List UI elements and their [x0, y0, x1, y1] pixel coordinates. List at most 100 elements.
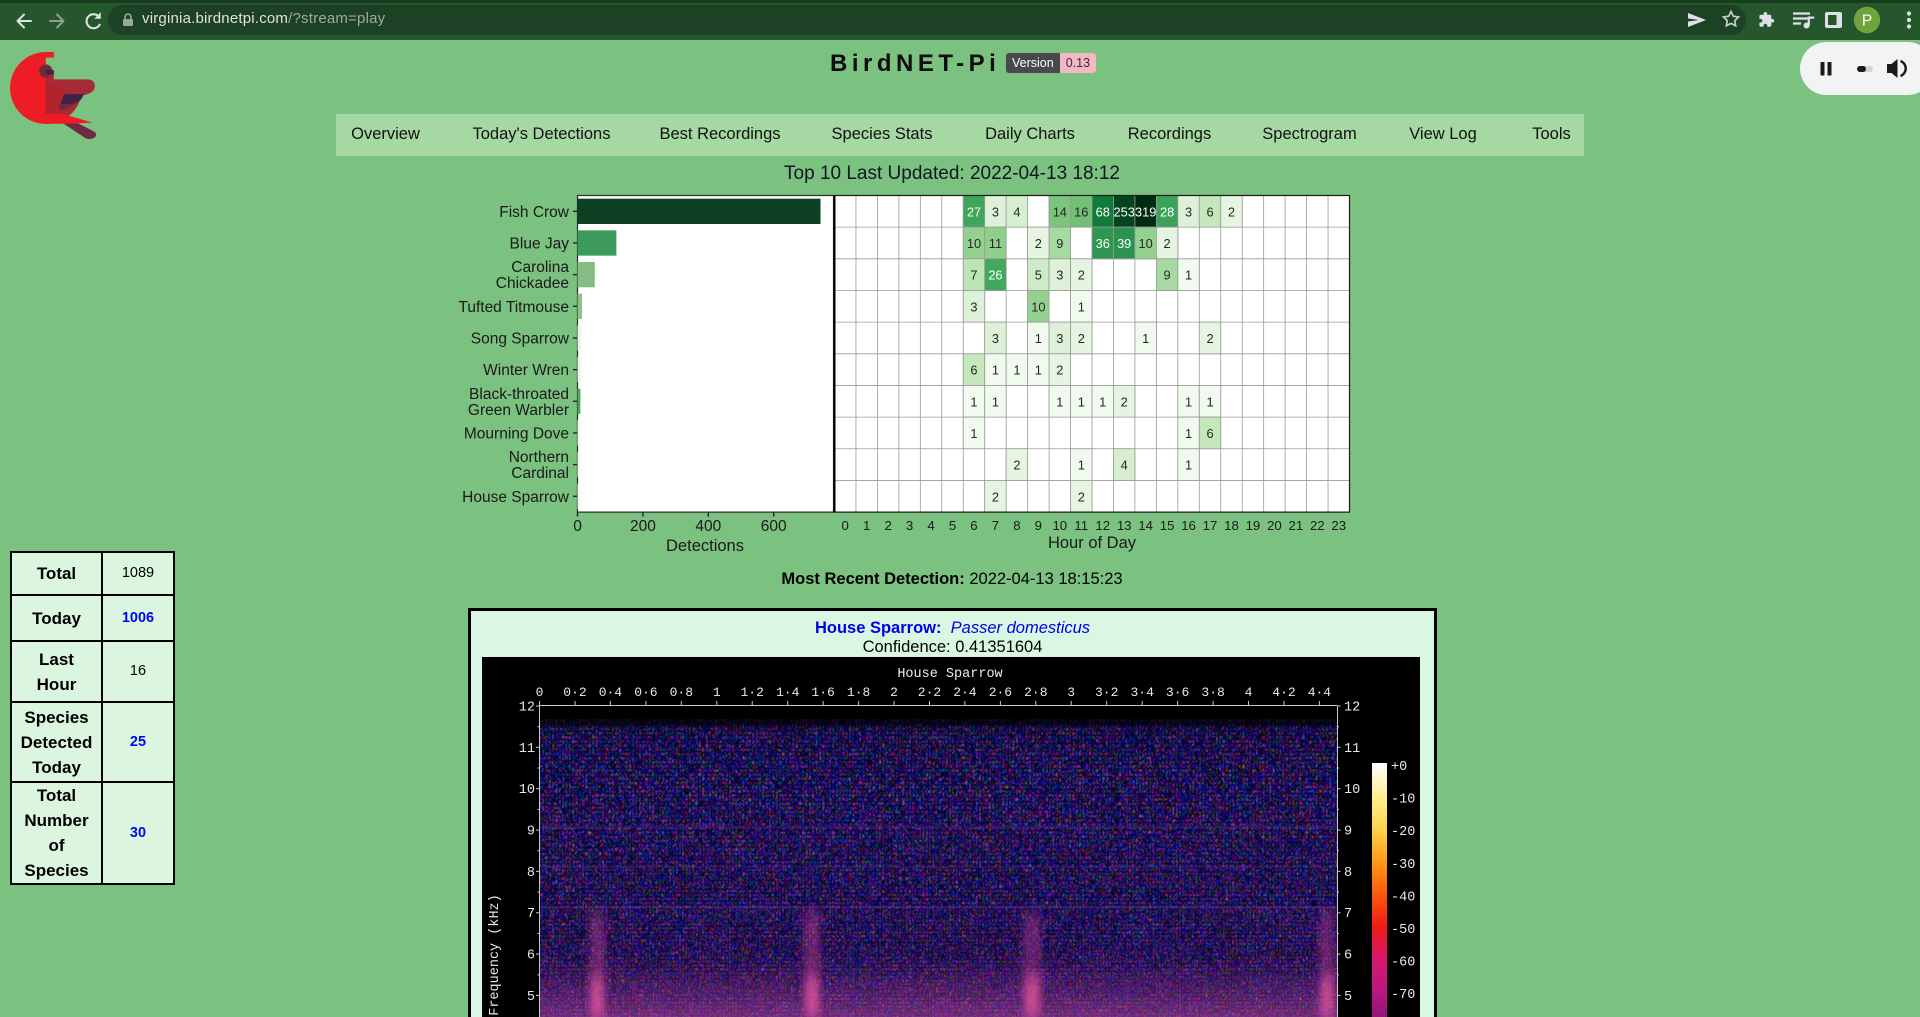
svg-text:8: 8: [1013, 518, 1020, 533]
svg-text:1: 1: [992, 363, 999, 378]
svg-text:68: 68: [1096, 204, 1110, 219]
svg-text:-40: -40: [1391, 890, 1415, 905]
svg-text:319: 319: [1135, 204, 1156, 219]
svg-text:0·6: 0·6: [634, 685, 657, 700]
svg-text:14: 14: [1053, 204, 1067, 219]
svg-text:-20: -20: [1391, 825, 1415, 840]
svg-text:Carolina: Carolina: [511, 259, 569, 276]
svg-text:-70: -70: [1391, 988, 1415, 1003]
svg-text:Winter Wren: Winter Wren: [483, 362, 569, 379]
svg-text:Detections: Detections: [666, 537, 744, 555]
svg-text:12: 12: [1095, 518, 1110, 533]
svg-text:1: 1: [1185, 268, 1192, 283]
svg-text:10: 10: [1052, 518, 1067, 533]
svg-text:10: 10: [967, 236, 981, 251]
svg-text:Fish Crow: Fish Crow: [499, 204, 570, 221]
svg-text:1: 1: [1078, 299, 1085, 314]
svg-text:3: 3: [1067, 685, 1075, 700]
svg-text:House Sparrow: House Sparrow: [897, 667, 1002, 682]
svg-text:1: 1: [1099, 394, 1106, 409]
svg-text:Chickadee: Chickadee: [496, 275, 569, 292]
svg-text:9: 9: [527, 825, 535, 840]
svg-text:1: 1: [1185, 394, 1192, 409]
svg-text:1: 1: [970, 394, 977, 409]
svg-text:17: 17: [1203, 518, 1218, 533]
svg-text:7: 7: [970, 268, 977, 283]
svg-text:2: 2: [884, 518, 891, 533]
svg-text:9: 9: [1344, 825, 1352, 840]
svg-text:12: 12: [1344, 701, 1360, 716]
svg-text:-60: -60: [1391, 956, 1415, 971]
svg-text:200: 200: [630, 518, 656, 535]
svg-text:3·2: 3·2: [1095, 685, 1118, 700]
svg-text:1: 1: [1035, 363, 1042, 378]
svg-text:9: 9: [1035, 518, 1042, 533]
svg-text:10: 10: [1031, 299, 1045, 314]
svg-text:10: 10: [1139, 236, 1153, 251]
svg-text:26: 26: [988, 268, 1002, 283]
svg-text:253: 253: [1114, 204, 1135, 219]
svg-text:2·6: 2·6: [989, 685, 1012, 700]
svg-text:400: 400: [695, 518, 721, 535]
svg-text:11: 11: [1074, 518, 1088, 533]
svg-text:19: 19: [1246, 518, 1261, 533]
svg-text:3: 3: [1056, 268, 1063, 283]
svg-text:Top 10 Last Updated: 2022-04-1: Top 10 Last Updated: 2022-04-13 18:12: [784, 163, 1120, 184]
svg-text:7: 7: [992, 518, 999, 533]
svg-text:14: 14: [1138, 518, 1153, 533]
svg-text:2: 2: [1206, 331, 1213, 346]
svg-text:13: 13: [1117, 518, 1132, 533]
svg-text:5: 5: [527, 990, 535, 1005]
svg-text:1·4: 1·4: [776, 685, 800, 700]
svg-text:4·2: 4·2: [1272, 685, 1295, 700]
svg-text:-10: -10: [1391, 793, 1415, 808]
svg-text:4: 4: [1013, 204, 1020, 219]
svg-text:1·8: 1·8: [847, 685, 870, 700]
svg-text:3·6: 3·6: [1166, 685, 1189, 700]
svg-text:39: 39: [1117, 236, 1131, 251]
svg-text:16: 16: [1181, 518, 1196, 533]
svg-text:4: 4: [927, 518, 934, 533]
svg-text:1·6: 1·6: [811, 685, 834, 700]
svg-text:2: 2: [890, 685, 898, 700]
svg-text:8: 8: [527, 866, 535, 881]
svg-text:20: 20: [1267, 518, 1282, 533]
svg-text:Tufted Titmouse: Tufted Titmouse: [458, 299, 569, 316]
svg-text:1: 1: [1078, 394, 1085, 409]
svg-text:6: 6: [1206, 426, 1213, 441]
svg-text:2: 2: [1013, 458, 1020, 473]
svg-text:1: 1: [1142, 331, 1149, 346]
svg-text:Green Warbler: Green Warbler: [468, 402, 569, 419]
svg-text:0·2: 0·2: [563, 685, 586, 700]
svg-text:2: 2: [1056, 363, 1063, 378]
svg-text:11: 11: [989, 236, 1002, 251]
svg-text:Frequency (kHz): Frequency (kHz): [488, 894, 503, 1016]
svg-text:2: 2: [1078, 268, 1085, 283]
svg-text:4: 4: [1121, 458, 1128, 473]
svg-text:2: 2: [1078, 331, 1085, 346]
svg-text:1·2: 1·2: [740, 685, 763, 700]
svg-text:2: 2: [1164, 236, 1171, 251]
svg-text:0·8: 0·8: [670, 685, 693, 700]
svg-text:0: 0: [842, 518, 849, 533]
svg-text:5: 5: [949, 518, 956, 533]
svg-text:2: 2: [1121, 394, 1128, 409]
svg-text:8: 8: [1344, 866, 1352, 881]
svg-text:0: 0: [573, 518, 582, 535]
svg-text:10: 10: [1344, 783, 1360, 798]
svg-text:1: 1: [1035, 331, 1042, 346]
svg-text:2: 2: [1078, 489, 1085, 504]
svg-text:3: 3: [1056, 331, 1063, 346]
svg-text:1: 1: [1056, 394, 1063, 409]
svg-text:2: 2: [1035, 236, 1042, 251]
svg-text:3: 3: [992, 331, 999, 346]
svg-text:6: 6: [970, 518, 977, 533]
svg-text:2·2: 2·2: [918, 685, 941, 700]
svg-text:Cardinal: Cardinal: [511, 465, 569, 482]
svg-text:Northern: Northern: [509, 449, 569, 466]
svg-text:11: 11: [1344, 742, 1360, 757]
svg-text:12: 12: [519, 701, 535, 716]
svg-text:2: 2: [992, 489, 999, 504]
svg-text:36: 36: [1096, 236, 1110, 251]
svg-text:1: 1: [863, 518, 870, 533]
